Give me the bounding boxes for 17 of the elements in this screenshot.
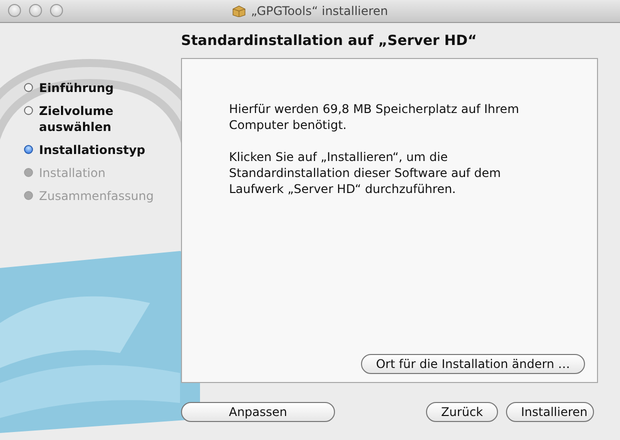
info-paragraph: Klicken Sie auf „Installieren“, um die Standardinstallation dieser Software auf dem Laufwerk „Server HD“ durchzuführen. <box>229 149 502 197</box>
customize-button[interactable]: Anpassen <box>181 402 335 422</box>
info-paragraph: Hierfür werden 69,8 MB Speicherplatz auf Ihrem Computer benötigt. <box>229 101 520 133</box>
window-control-button[interactable] <box>8 4 21 17</box>
step-label: Installationstyp <box>39 142 146 158</box>
step-label: Zusammenfassung <box>39 188 155 204</box>
back-button[interactable]: Zurück <box>426 402 498 422</box>
page-heading: Standardinstallation auf „Server HD“ <box>181 32 477 48</box>
step-label: Installation <box>39 165 106 181</box>
step-label: Zielvolume auswählen <box>39 103 114 135</box>
window-control-button[interactable] <box>50 4 63 17</box>
window-title: „GPGTools“ installieren <box>250 4 388 18</box>
step-label: Einführung <box>39 80 115 96</box>
change-location-button[interactable]: Ort für die Installation ändern … <box>360 354 585 374</box>
install-button[interactable]: Installieren <box>506 402 594 422</box>
package-icon <box>232 5 246 17</box>
window-control-button[interactable] <box>29 4 42 17</box>
